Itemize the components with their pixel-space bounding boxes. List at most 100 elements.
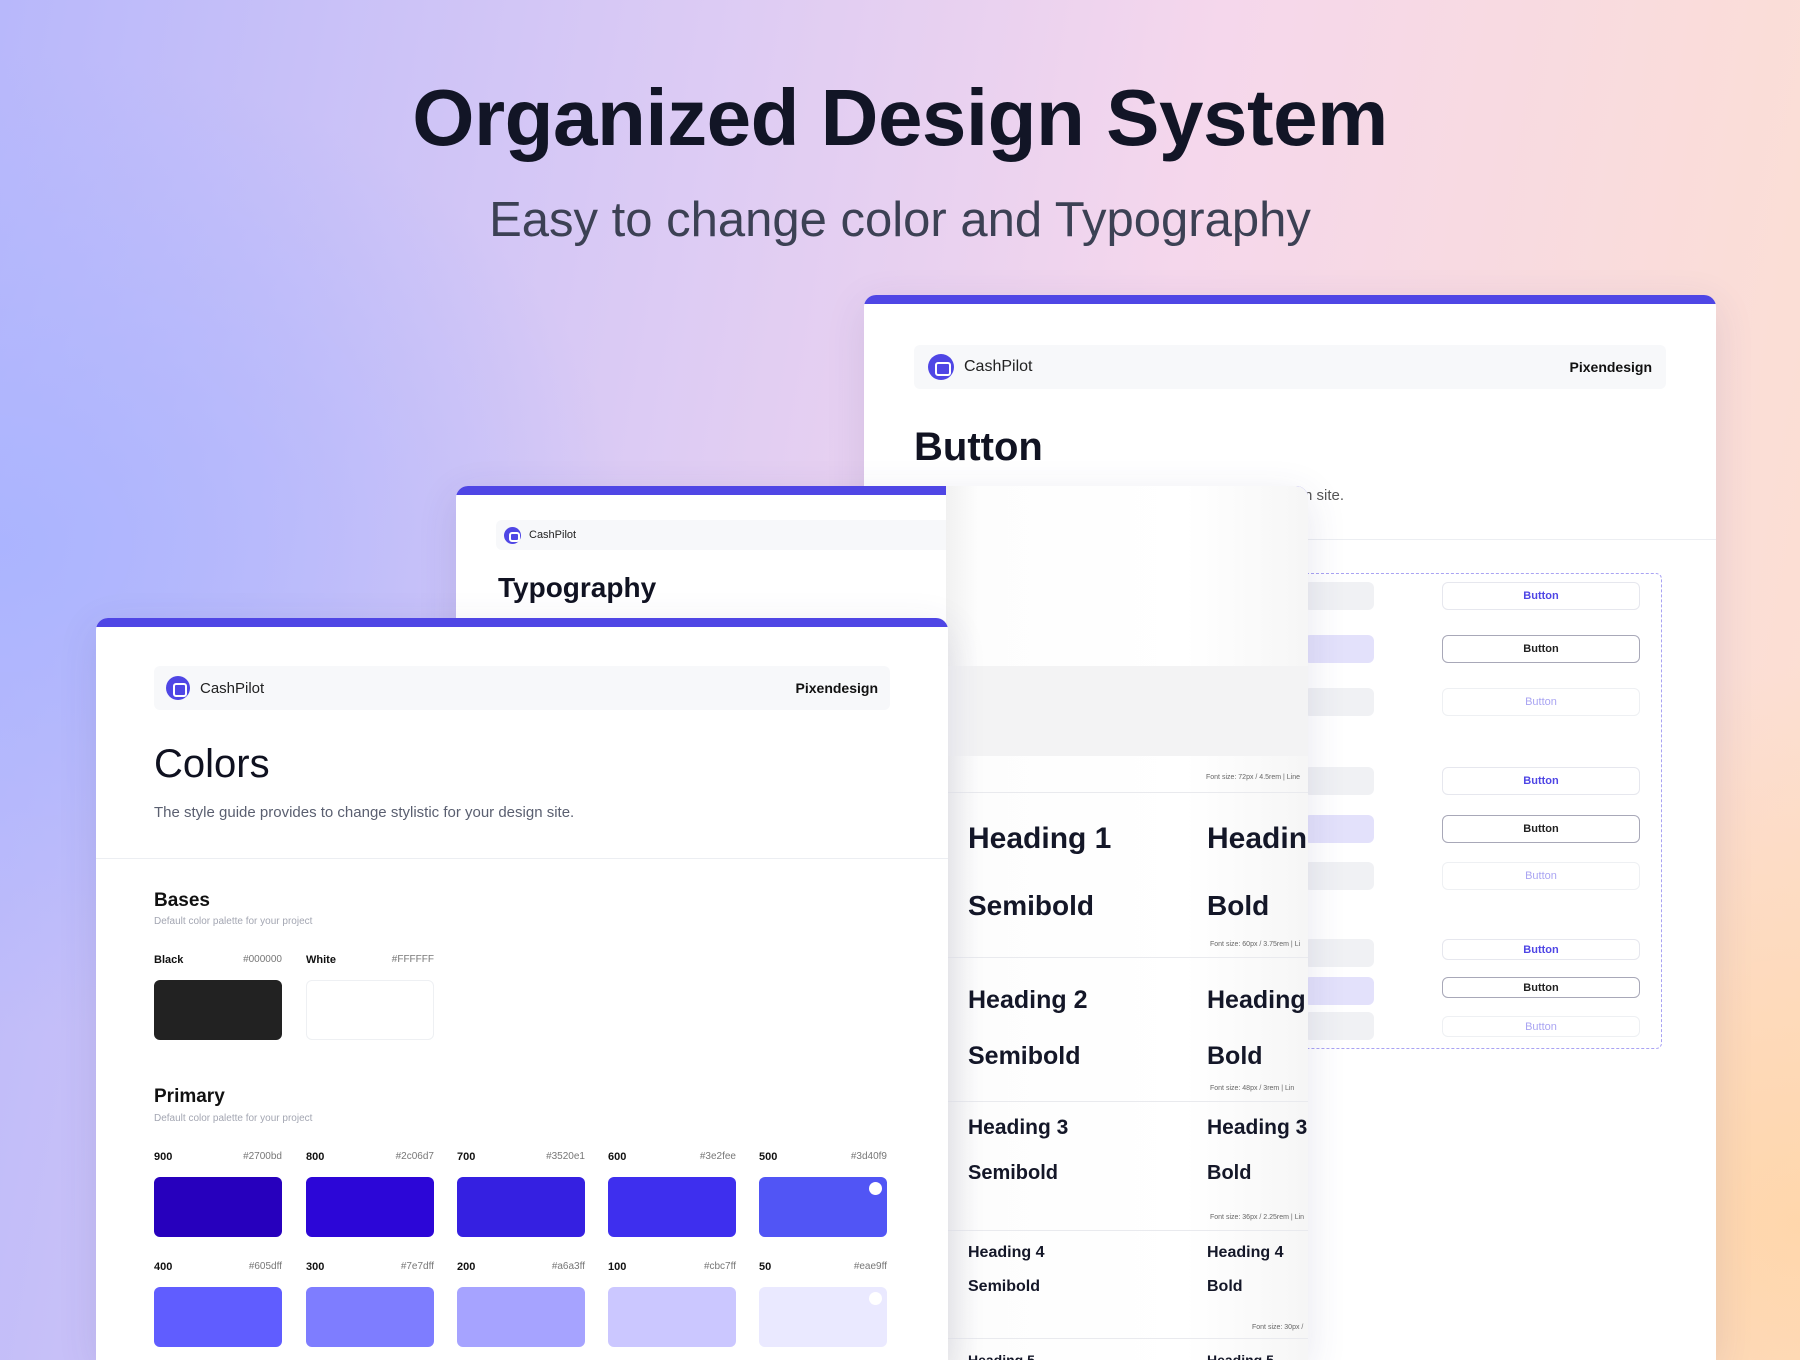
button-preview-placeholder (1304, 862, 1374, 890)
font-weight-label: Bold (1207, 1042, 1263, 1070)
page-title: Typography (498, 572, 657, 603)
swatch-hex: #7e7dff (400, 1261, 434, 1272)
color-swatch[interactable] (759, 1177, 887, 1237)
color-swatch[interactable] (306, 1177, 434, 1237)
brand-name: CashPilot (200, 679, 265, 697)
brand-name: CashPilot (964, 358, 1033, 375)
sample-button[interactable]: Button (1442, 815, 1640, 843)
heading-bold-sample: Heading (1207, 986, 1306, 1014)
bases-subtitle: Default color palette for your project (154, 916, 313, 927)
logo-icon (166, 676, 190, 700)
font-weight-label: Semibold (968, 1042, 1081, 1070)
swatch-hex: #cbc7ff (703, 1261, 736, 1272)
color-swatch[interactable] (457, 1177, 585, 1237)
sample-button[interactable]: Button (1442, 635, 1640, 663)
color-swatch[interactable] (759, 1287, 887, 1347)
heading-bold-sample: Heading 3 (1207, 1116, 1308, 1139)
button-preview-placeholder (1304, 582, 1374, 610)
heading-bold-sample: Heading 4 (1207, 1244, 1284, 1261)
page-title: Colors (154, 742, 270, 786)
font-size-meta: Font size: 36px / 2.25rem | Lin (1210, 1214, 1305, 1221)
font-weight-label: Semibold (968, 1278, 1041, 1295)
color-swatch[interactable] (154, 1177, 282, 1237)
swatch-hex: #605dff (248, 1261, 282, 1272)
selected-indicator-icon (869, 1292, 882, 1305)
swatch-hex: #2c06d7 (395, 1151, 434, 1162)
sample-button[interactable]: Button (1442, 582, 1640, 610)
font-weight-label: Bold (1207, 1162, 1252, 1184)
heading-semibold-sample: Heading 1 (968, 822, 1112, 855)
sample-button[interactable]: Button (1442, 862, 1640, 890)
button-preview-placeholder (1304, 815, 1374, 843)
swatch-hex: #eae9ff (853, 1261, 887, 1272)
font-size-meta: Font size: 60px / 3.75rem | Li (1210, 941, 1301, 948)
heading-semibold-sample: Heading 5 (968, 1352, 1035, 1360)
button-preview-placeholder (1304, 977, 1374, 1005)
brand-name: CashPilot (529, 529, 577, 541)
row-divider (946, 1230, 1308, 1231)
colors-card: CashPilot Pixendesign Colors The style g… (96, 618, 948, 1360)
swatch-hex: #3520e1 (546, 1151, 585, 1162)
heading-bold-sample: Heading 5 (1207, 1352, 1274, 1360)
row-divider (946, 957, 1308, 958)
button-preview-placeholder (1304, 1012, 1374, 1040)
sample-button[interactable]: Button (1442, 688, 1640, 716)
row-divider (946, 792, 1308, 793)
brand[interactable]: CashPilot (504, 526, 577, 544)
hero-subtitle: Easy to change color and Typography (489, 193, 1311, 247)
sample-button[interactable]: Button (1442, 939, 1640, 960)
bases-title: Bases (154, 890, 210, 911)
page-title: Button (914, 425, 1043, 469)
selected-indicator-icon (869, 1182, 882, 1195)
swatch-hex: #3d40f9 (850, 1151, 887, 1162)
studio-name: Pixendesign (795, 680, 878, 696)
button-preview-placeholder (1304, 767, 1374, 795)
color-swatch[interactable] (154, 980, 282, 1040)
swatch-hex: #FFFFFF (391, 954, 434, 965)
swatch-hex: #3e2fee (699, 1151, 736, 1162)
colors-card-topbar: CashPilot Pixendesign (154, 666, 890, 710)
studio-name: Pixendesign (1569, 359, 1652, 375)
color-swatch[interactable] (457, 1287, 585, 1347)
swatch-hex: #000000 (243, 954, 282, 965)
primary-title: Primary (154, 1086, 225, 1107)
font-weight-label: Bold (1207, 1278, 1243, 1295)
typography-scale (946, 486, 1308, 1360)
swatch-hex: #a6a3ff (551, 1261, 585, 1272)
row-divider (946, 1338, 1308, 1339)
brand[interactable]: CashPilot (928, 354, 1032, 380)
font-size-meta: Font size: 48px / 3rem | Lin (1210, 1085, 1295, 1092)
button-preview-placeholder (1304, 688, 1374, 716)
button-preview-placeholder (1304, 635, 1374, 663)
brand[interactable]: CashPilot (166, 676, 264, 700)
heading-semibold-sample: Heading 4 (968, 1244, 1045, 1261)
logo-icon (928, 354, 954, 380)
color-swatch[interactable] (608, 1177, 736, 1237)
button-card-topbar: CashPilot Pixendesign (914, 345, 1666, 389)
font-weight-label: Bold (1207, 890, 1270, 921)
sample-button[interactable]: Button (1442, 1016, 1640, 1037)
font-size-meta: Font size: 30px / (1252, 1324, 1304, 1331)
divider (96, 858, 948, 859)
heading-semibold-sample: Heading 3 (968, 1116, 1069, 1139)
color-swatch[interactable] (306, 1287, 434, 1347)
page-description: n site. (1304, 487, 1345, 504)
button-preview-placeholder (1304, 939, 1374, 967)
font-weight-label: Semibold (968, 1162, 1059, 1184)
hero-title: Organized Design System (412, 73, 1388, 162)
preview-band (946, 666, 1308, 756)
color-swatch[interactable] (306, 980, 434, 1040)
heading-semibold-sample: Heading 2 (968, 986, 1088, 1014)
page-description: The style guide provides to change styli… (154, 804, 575, 821)
primary-subtitle: Default color palette for your project (154, 1113, 313, 1124)
logo-icon (504, 526, 521, 544)
font-weight-label: Semibold (968, 890, 1095, 921)
sample-button[interactable]: Button (1442, 977, 1640, 998)
heading-bold-sample: Headin (1207, 822, 1308, 855)
font-size-meta: Font size: 72px / 4.5rem | Line (1206, 774, 1301, 781)
row-divider (946, 1101, 1308, 1102)
sample-button[interactable]: Button (1442, 767, 1640, 795)
color-swatch[interactable] (154, 1287, 282, 1347)
swatch-hex: #2700bd (243, 1151, 282, 1162)
color-swatch[interactable] (608, 1287, 736, 1347)
